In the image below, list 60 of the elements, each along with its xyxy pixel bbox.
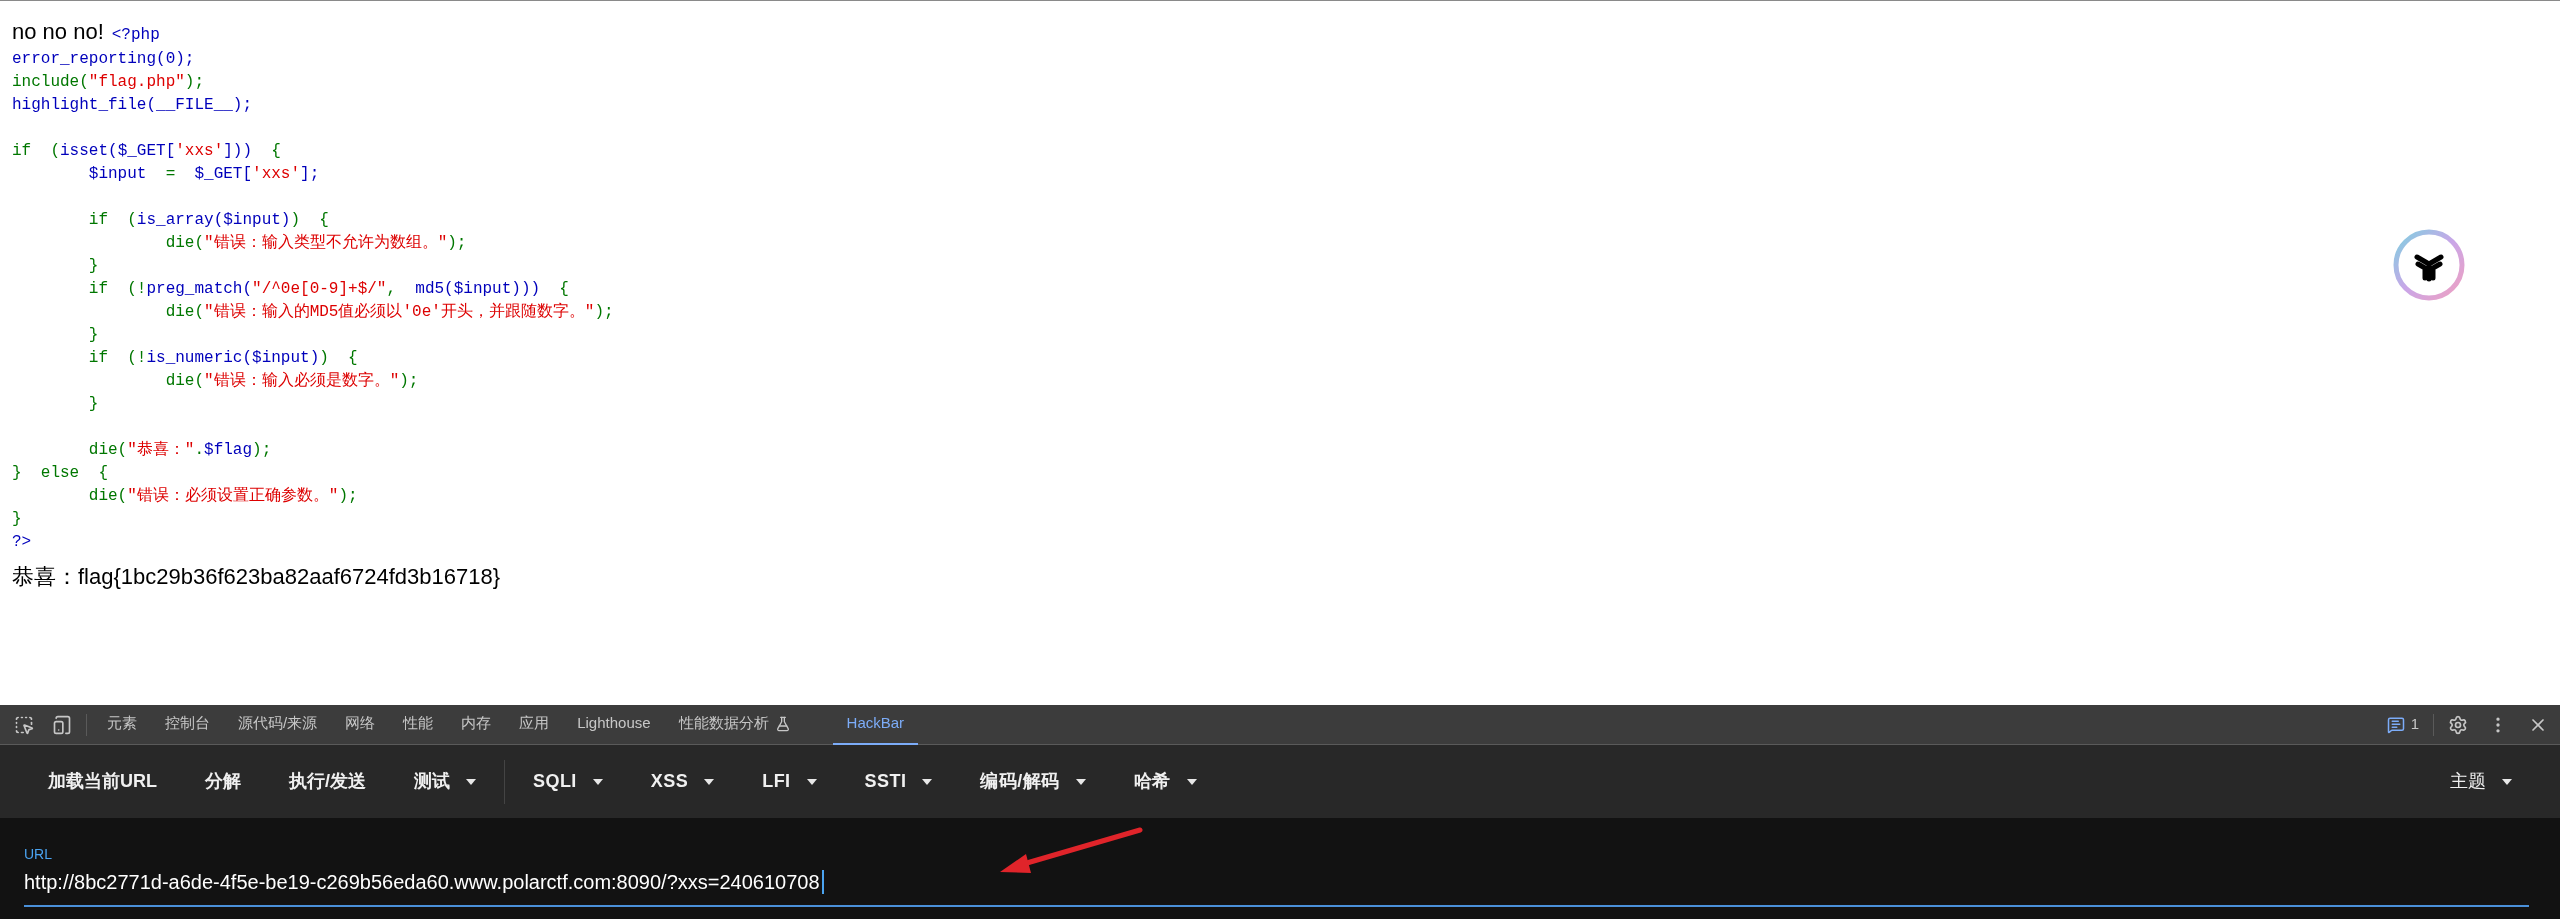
code-line: if (!is_numeric($input)) { <box>87 348 358 369</box>
devtools-tab[interactable]: Lighthouse <box>563 704 665 745</box>
code-line: highlight_file(__FILE__); <box>12 95 253 116</box>
code-line: ?> <box>12 532 32 553</box>
device-icon[interactable] <box>52 714 72 735</box>
code-line: <?php <box>111 25 160 46</box>
caret-icon <box>1075 778 1086 785</box>
caret-icon <box>806 778 817 785</box>
code-line: include("flag.php"); <box>12 72 205 93</box>
menu-button[interactable]: 编码/解码 <box>956 759 1110 804</box>
page-heading: no no no! <box>12 18 104 46</box>
url-label: URL <box>24 845 53 864</box>
devtools-tab[interactable]: 性能 <box>389 704 448 745</box>
caret-icon <box>704 778 715 785</box>
toolbar-button[interactable]: 执行/发送 <box>265 759 390 804</box>
code-line: die("错误：必须设置正确参数。"); <box>87 486 358 507</box>
devtools-tab[interactable]: 内存 <box>447 704 506 745</box>
caret-icon <box>466 778 476 785</box>
code-line: if (isset($_GET['xxs'])) { <box>12 141 281 162</box>
code-line: } <box>87 325 99 346</box>
flag-result: 恭喜：flag{1bc29b36f623ba82aaf6724fd3b16718} <box>12 563 502 591</box>
code-line: die("错误：输入的MD5值必须以'0e'开头，并跟随数字。"); <box>164 301 614 323</box>
inspect-icon[interactable] <box>14 714 34 735</box>
floating-app-icon[interactable] <box>2393 229 2465 301</box>
menu-button[interactable]: XSS <box>626 759 739 804</box>
issues-count[interactable]: 1 <box>2410 713 2419 736</box>
code-line: error_reporting(0); <box>12 49 195 70</box>
toolbar-button[interactable]: 分解 <box>181 759 265 804</box>
code-line: die("错误：输入类型不允许为数组。"); <box>164 233 467 254</box>
text-cursor <box>821 870 824 894</box>
caret-icon <box>2502 778 2512 785</box>
code-line: } <box>87 394 99 415</box>
toolbar-button[interactable]: 加载当前URL <box>24 759 181 804</box>
caret-icon <box>922 778 933 785</box>
code-line: $input = $_GET['xxs']; <box>87 164 320 185</box>
toolbar-button[interactable]: 测试 <box>390 759 500 804</box>
menu-button[interactable]: SSTI <box>840 759 957 804</box>
code-line: if (is_array($input)) { <box>87 210 329 231</box>
code-line: } <box>87 256 99 277</box>
settings-icon[interactable] <box>2448 714 2468 735</box>
caret-icon <box>1186 778 1197 785</box>
menu-button[interactable]: 哈希 <box>1109 759 1221 804</box>
code-line: die("错误：输入必须是数字。"); <box>164 370 419 392</box>
code-line: } <box>12 509 22 530</box>
devtools-tab[interactable]: 源代码/来源 <box>224 704 332 745</box>
menu-button[interactable]: LFI <box>738 759 841 804</box>
devtools-tab[interactable]: 性能数据分析 <box>664 704 805 745</box>
code-line: } else { <box>12 463 108 484</box>
devtools-tab[interactable]: 应用 <box>505 704 564 745</box>
url-value: http://8bc2771d-a6de-4f5e-be19-c269b56eda60.www.polarctf.com:8090/?xxs=240610708 <box>24 870 820 895</box>
theme-button[interactable]: 主题 <box>2426 759 2536 804</box>
flask-icon <box>774 715 791 732</box>
menu-button[interactable]: SQLI <box>509 759 627 804</box>
code-line: if (!preg_match("/^0e[0-9]+$/", md5($input))) { <box>87 279 569 300</box>
issues-icon[interactable] <box>2386 715 2405 734</box>
devtools-tab[interactable]: 元素 <box>93 704 151 745</box>
code-line: die("恭喜：".$flag); <box>87 440 272 461</box>
caret-icon <box>592 778 603 785</box>
devtools-tab[interactable]: 控制台 <box>151 704 224 745</box>
devtools-tab[interactable]: 网络 <box>331 704 390 745</box>
